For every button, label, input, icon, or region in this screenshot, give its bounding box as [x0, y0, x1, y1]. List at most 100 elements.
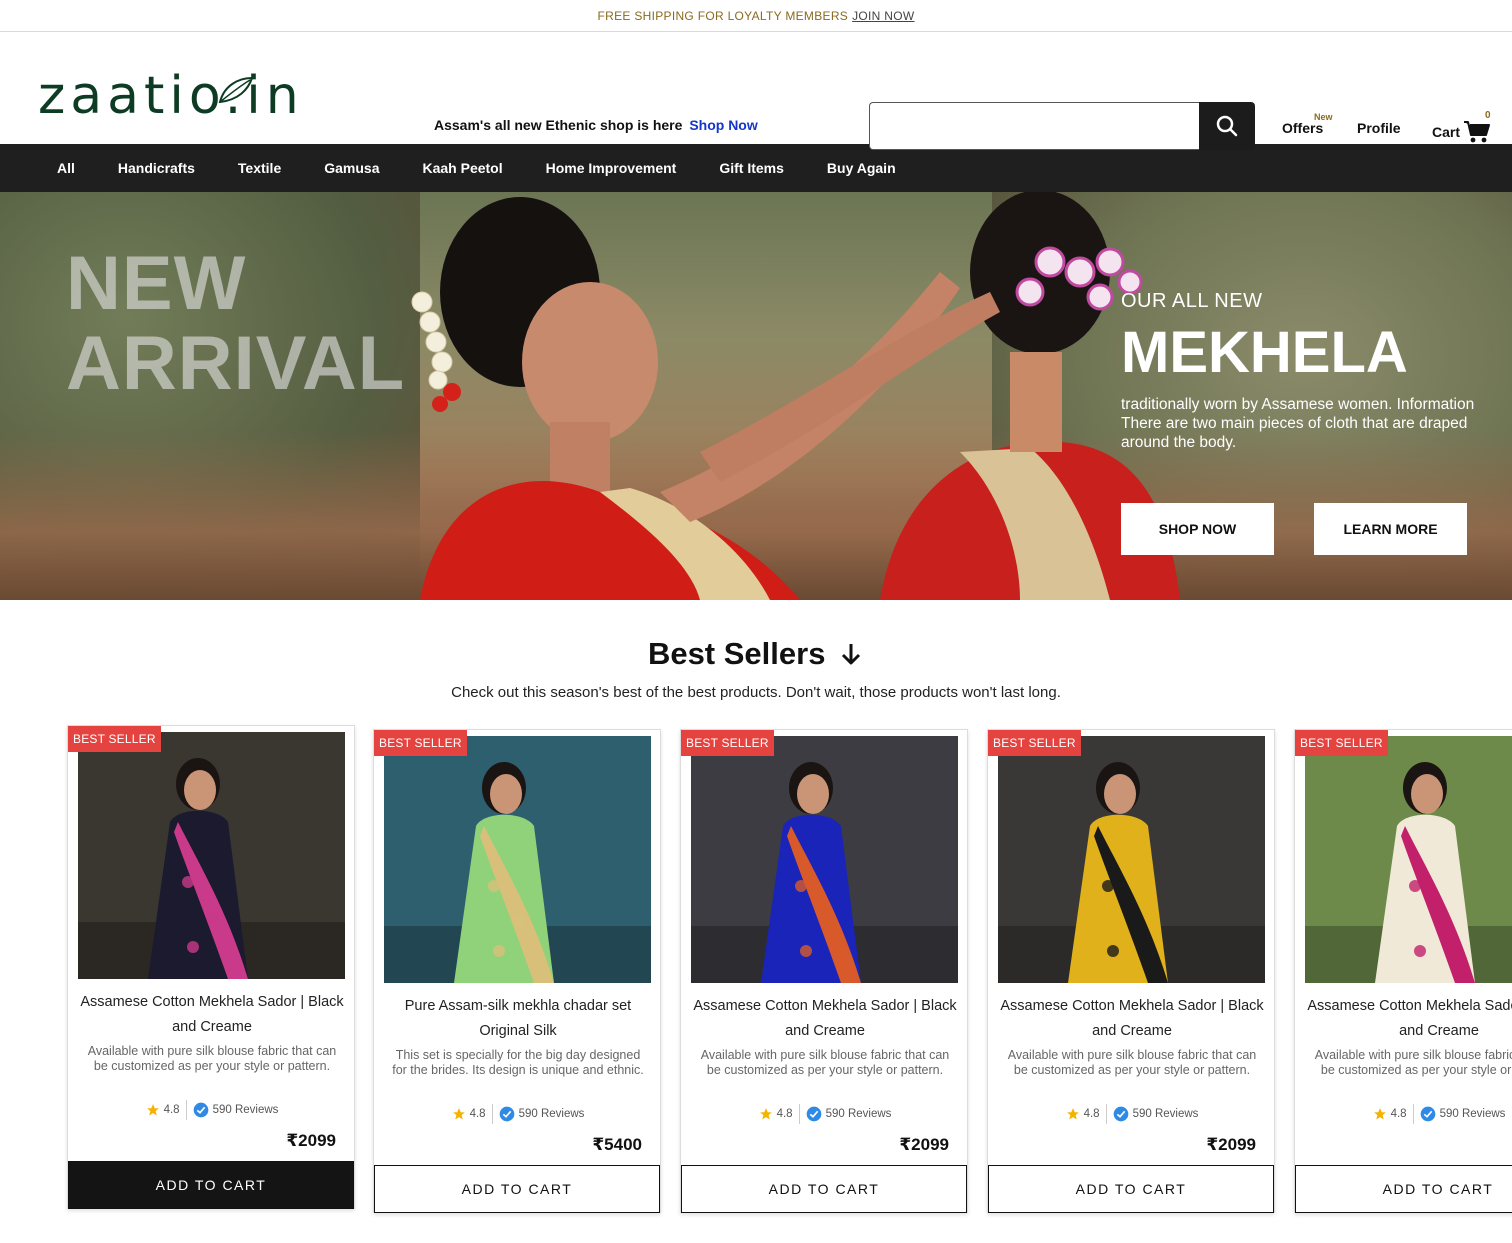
- site-logo[interactable]: zaatio.in: [38, 70, 304, 122]
- product-title[interactable]: Assamese Cotton Mekhela Sador | Black an…: [1307, 994, 1512, 1044]
- offers-new-badge: New: [1314, 112, 1333, 122]
- star-icon: [759, 1108, 772, 1120]
- star-icon: [452, 1108, 465, 1120]
- product-card[interactable]: BEST SELLER Assamese Cotton Mekhela Sado…: [67, 725, 355, 1209]
- product-price: ₹2099: [899, 1135, 949, 1154]
- rating-value: 4.8: [469, 1108, 486, 1120]
- product-title[interactable]: Pure Assam-silk mekhla chadar set Origin…: [386, 994, 650, 1044]
- review-count[interactable]: 590 Reviews: [1440, 1108, 1506, 1120]
- hero-shop-now-button[interactable]: SHOP NOW: [1121, 503, 1274, 555]
- add-to-cart-button[interactable]: ADD TO CART: [681, 1165, 967, 1213]
- nav-item-home-improvement[interactable]: Home Improvement: [546, 160, 677, 176]
- add-to-cart-button[interactable]: ADD TO CART: [988, 1165, 1274, 1213]
- hero-new-arrival: NEW ARRIVAL: [66, 244, 405, 404]
- rating-divider: [491, 1104, 493, 1124]
- product-card[interactable]: BEST SELLER Assamese Cotton Mekhela Sado…: [680, 729, 968, 1213]
- review-count[interactable]: 590 Reviews: [213, 1104, 279, 1116]
- verified-icon: [1420, 1106, 1435, 1122]
- product-price: ₹2099: [1206, 1135, 1256, 1154]
- product-title[interactable]: Assamese Cotton Mekhela Sador | Black an…: [80, 990, 344, 1040]
- hero-banner: NEW ARRIVAL OUR ALL NEW MEKHELA traditio…: [0, 192, 1512, 600]
- product-title[interactable]: Assamese Cotton Mekhela Sador | Black an…: [693, 994, 957, 1044]
- search-button[interactable]: [1199, 102, 1255, 150]
- product-description: Available with pure silk blouse fabric t…: [700, 1048, 950, 1077]
- product-rating: 4.8 590 Reviews: [681, 1104, 969, 1124]
- nav-item-buy-again[interactable]: Buy Again: [827, 160, 896, 176]
- star-icon: [1066, 1108, 1079, 1120]
- product-description: Available with pure silk blouse fabric t…: [1007, 1048, 1257, 1077]
- site-header: zaatio.in Assam's all new Ethenic shop i…: [0, 32, 1512, 150]
- offers-label: Offers: [1282, 120, 1324, 136]
- product-description: Available with pure silk blouse fabric t…: [1314, 1048, 1512, 1077]
- hero-arrival-label: ARRIVAL: [66, 321, 406, 406]
- rating-value: 4.8: [1390, 1108, 1407, 1120]
- promo-banner: Assam's all new Ethenic shop is here Sho…: [434, 117, 758, 133]
- join-now-link[interactable]: JOIN NOW: [852, 9, 914, 23]
- nav-item-all[interactable]: All: [57, 160, 75, 176]
- cart-count: 0: [1485, 110, 1491, 121]
- rating-divider: [1412, 1104, 1414, 1124]
- rating-value: 4.8: [163, 1104, 180, 1116]
- hero-text-block: OUR ALL NEW MEKHELA traditionally worn b…: [1121, 290, 1501, 452]
- promo-shop-now-link[interactable]: Shop Now: [689, 117, 757, 133]
- best-sellers-heading: Best Sellers: [0, 636, 1512, 672]
- product-rating: 4.8 590 Reviews: [68, 1100, 356, 1120]
- leaf-icon: [218, 76, 254, 104]
- product-description: This set is specially for the big day de…: [392, 1048, 644, 1077]
- cart-label: Cart: [1432, 124, 1461, 140]
- product-image[interactable]: [691, 736, 958, 983]
- best-seller-badge: BEST SELLER: [681, 730, 774, 756]
- nav-item-gift-items[interactable]: Gift Items: [719, 160, 784, 176]
- rating-divider: [798, 1104, 800, 1124]
- product-title[interactable]: Assamese Cotton Mekhela Sador | Black an…: [1000, 994, 1264, 1044]
- product-card[interactable]: BEST SELLER Assamese Cotton Mekhela Sado…: [1294, 729, 1512, 1213]
- best-seller-badge: BEST SELLER: [988, 730, 1081, 756]
- product-image[interactable]: [998, 736, 1265, 983]
- category-nav: All Handicrafts Textile Gamusa Kaah Peetol Ho…: [0, 144, 1512, 192]
- hero-title: MEKHELA: [1121, 320, 1408, 385]
- verified-icon: [193, 1102, 208, 1118]
- add-to-cart-button[interactable]: ADD TO CART: [374, 1165, 660, 1213]
- product-image[interactable]: [78, 732, 345, 979]
- best-sellers-title: Best Sellers: [647, 636, 826, 671]
- nav-item-textile[interactable]: Textile: [238, 160, 281, 176]
- rating-divider: [185, 1100, 187, 1120]
- hero-subtitle: OUR ALL NEW: [1121, 290, 1263, 312]
- review-count[interactable]: 590 Reviews: [826, 1108, 892, 1120]
- product-card[interactable]: BEST SELLER Assamese Cotton Mekhela Sado…: [987, 729, 1275, 1213]
- search-input[interactable]: [869, 102, 1199, 150]
- hero-learn-more-button[interactable]: LEARN MORE: [1314, 503, 1467, 555]
- nav-item-handicrafts[interactable]: Handicrafts: [118, 160, 195, 176]
- best-seller-badge: BEST SELLER: [68, 726, 161, 752]
- cart-link[interactable]: Cart 0: [1432, 110, 1491, 144]
- offers-link[interactable]: Offers New: [1282, 112, 1333, 136]
- add-to-cart-button[interactable]: ADD TO CART: [1295, 1165, 1512, 1213]
- verified-icon: [499, 1106, 514, 1122]
- verified-icon: [806, 1106, 821, 1122]
- product-image[interactable]: [1305, 736, 1512, 983]
- best-sellers-subtitle: Check out this season's best of the best…: [451, 684, 1061, 701]
- announcement-bar: FREE SHIPPING FOR LOYALTY MEMBERS JOIN N…: [0, 0, 1512, 32]
- review-count[interactable]: 590 Reviews: [519, 1108, 585, 1120]
- product-image[interactable]: [384, 736, 651, 983]
- nav-item-gamusa[interactable]: Gamusa: [324, 160, 379, 176]
- rating-value: 4.8: [776, 1108, 793, 1120]
- arrow-down-icon: [842, 644, 861, 665]
- product-price: ₹5400: [592, 1135, 642, 1154]
- review-count[interactable]: 590 Reviews: [1133, 1108, 1199, 1120]
- hero-description: traditionally worn by Assamese women. In…: [1121, 396, 1475, 451]
- rating-divider: [1105, 1104, 1107, 1124]
- nav-item-kaah-peetol[interactable]: Kaah Peetol: [422, 160, 502, 176]
- add-to-cart-button[interactable]: ADD TO CART: [68, 1161, 354, 1209]
- profile-link[interactable]: Profile: [1357, 120, 1401, 136]
- hero-new-label: NEW: [66, 241, 247, 326]
- search-bar: [869, 102, 1255, 150]
- product-card[interactable]: BEST SELLER Pure Assam-silk mekhla chada…: [373, 729, 661, 1213]
- product-rating: 4.8 590 Reviews: [1295, 1104, 1512, 1124]
- product-rating: 4.8 590 Reviews: [988, 1104, 1276, 1124]
- search-icon: [1216, 115, 1238, 137]
- announcement-text: FREE SHIPPING FOR LOYALTY MEMBERS: [597, 8, 849, 23]
- star-icon: [1373, 1108, 1386, 1120]
- best-seller-badge: BEST SELLER: [1295, 730, 1388, 756]
- cart-icon: [1464, 121, 1491, 143]
